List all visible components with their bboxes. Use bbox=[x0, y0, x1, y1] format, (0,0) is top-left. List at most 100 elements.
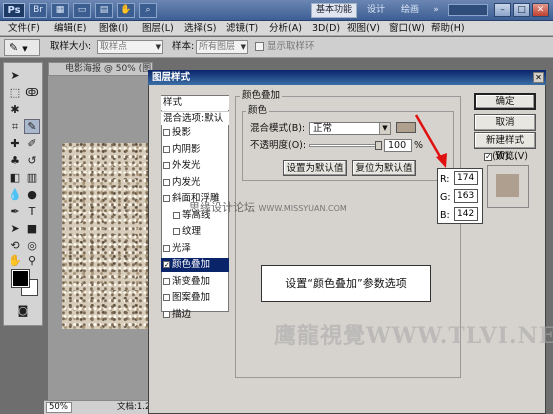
eyedropper-tool-icon[interactable]: ✎ bbox=[24, 119, 40, 134]
cancel-button[interactable]: 取消 bbox=[474, 114, 536, 131]
bridge-icon[interactable]: Br bbox=[29, 3, 47, 18]
show-sampling-ring-label: 显示取样环 bbox=[267, 41, 315, 52]
blur-tool-icon[interactable]: 💧 bbox=[7, 187, 23, 202]
effect-label: 内发光 bbox=[172, 176, 201, 188]
workspace-design-button[interactable]: 设计 bbox=[361, 3, 391, 18]
menu-layer[interactable]: 图层(L) bbox=[142, 22, 174, 35]
effect-item[interactable]: 光泽 bbox=[161, 242, 229, 256]
menu-edit[interactable]: 编辑(E) bbox=[54, 22, 86, 35]
3d-orbit-tool-icon[interactable]: ◎ bbox=[24, 238, 40, 253]
dodge-tool-icon[interactable]: ● bbox=[24, 187, 40, 202]
effect-item[interactable]: 内发光 bbox=[161, 176, 229, 190]
color-subgroup-title: 颜色 bbox=[246, 105, 270, 117]
shape-tool-icon[interactable]: ■ bbox=[24, 221, 40, 236]
marquee-tool-icon[interactable]: ⬚ bbox=[7, 85, 23, 100]
effect-checkbox[interactable] bbox=[163, 178, 170, 186]
effect-item[interactable]: 投影 bbox=[161, 126, 229, 140]
blending-options-item[interactable]: 混合选项:默认 bbox=[161, 111, 229, 125]
canvas-image[interactable] bbox=[62, 143, 148, 329]
effect-item[interactable]: ✓ 颜色叠加 bbox=[161, 258, 229, 272]
menu-3d[interactable]: 3D(D) bbox=[312, 22, 340, 35]
set-default-button[interactable]: 设置为默认值 bbox=[283, 160, 347, 176]
sample-size-select[interactable]: 取样点 ▼ bbox=[97, 40, 163, 54]
history-brush-tool-icon[interactable]: ↺ bbox=[24, 153, 40, 168]
path-select-tool-icon[interactable]: ➤ bbox=[7, 221, 23, 236]
reset-default-button[interactable]: 复位为默认值 bbox=[352, 160, 416, 176]
blend-mode-value: 正常 bbox=[313, 123, 333, 134]
quick-select-tool-icon[interactable]: ✱ bbox=[7, 102, 23, 117]
chevron-down-icon[interactable]: ▼ bbox=[379, 123, 390, 134]
healing-brush-tool-icon[interactable]: ✚ bbox=[7, 136, 23, 151]
zoom-tool-icon[interactable]: ⌕ bbox=[139, 3, 157, 18]
hand-tool-icon[interactable]: ✋ bbox=[117, 3, 135, 18]
minibridge-icon[interactable]: ▦ bbox=[51, 3, 69, 18]
menu-help[interactable]: 帮助(H) bbox=[431, 22, 465, 35]
effect-checkbox[interactable] bbox=[173, 211, 180, 219]
menu-image[interactable]: 图像(I) bbox=[99, 22, 128, 35]
close-window-button[interactable]: ✕ bbox=[532, 3, 549, 17]
effect-checkbox[interactable] bbox=[163, 310, 170, 318]
clone-stamp-tool-icon[interactable]: ♣ bbox=[7, 153, 23, 168]
document-tab[interactable]: 电影海报 @ 50% (图层 2, RGB/8) * bbox=[48, 62, 153, 76]
opacity-slider-thumb[interactable] bbox=[375, 141, 382, 150]
menu-analysis[interactable]: 分析(A) bbox=[269, 22, 302, 35]
workspace-painting-button[interactable]: 绘画 bbox=[395, 3, 425, 18]
effect-item[interactable]: 纹理 bbox=[161, 225, 229, 239]
quick-mask-icon[interactable]: ◙ bbox=[15, 303, 31, 318]
menu-select[interactable]: 选择(S) bbox=[184, 22, 216, 35]
pen-tool-icon[interactable]: ✒ bbox=[7, 204, 23, 219]
effect-label: 外发光 bbox=[172, 160, 201, 171]
dialog-close-icon[interactable]: ✕ bbox=[533, 72, 544, 83]
3d-rotate-tool-icon[interactable]: ⟲ bbox=[7, 238, 23, 253]
effect-item[interactable]: 渐变叠加 bbox=[161, 275, 229, 289]
effect-item[interactable]: 外发光 bbox=[161, 159, 229, 173]
arrange-documents-icon[interactable]: ▤ bbox=[95, 3, 113, 18]
ok-button[interactable]: 确定 bbox=[474, 93, 536, 110]
effect-checkbox[interactable] bbox=[163, 145, 170, 153]
opacity-label: 不透明度(O): bbox=[250, 140, 307, 151]
opacity-slider[interactable] bbox=[309, 144, 379, 147]
menu-view[interactable]: 视图(V) bbox=[347, 22, 380, 35]
preview-checkbox[interactable]: ✓ bbox=[484, 153, 492, 161]
effect-checkbox[interactable] bbox=[163, 195, 170, 202]
effect-checkbox[interactable] bbox=[163, 129, 170, 136]
workspace-more-button[interactable]: » bbox=[429, 3, 443, 18]
effect-checkbox[interactable] bbox=[163, 277, 170, 285]
type-tool-icon[interactable]: T bbox=[24, 204, 40, 219]
sample-label: 样本: bbox=[172, 41, 195, 52]
tool-preset-picker[interactable]: ✎ ▼ bbox=[4, 39, 40, 56]
menu-filter[interactable]: 滤镜(T) bbox=[226, 22, 258, 35]
opacity-input[interactable]: 100 bbox=[384, 139, 412, 152]
forum-watermark-text: 思缘设计论坛 bbox=[189, 201, 255, 214]
gradient-tool-icon[interactable]: ▥ bbox=[24, 170, 40, 185]
effect-item[interactable]: 描边 bbox=[161, 308, 229, 322]
effect-checkbox[interactable] bbox=[163, 244, 170, 252]
menu-file[interactable]: 文件(F) bbox=[8, 22, 40, 35]
zoom-input[interactable]: 50% bbox=[46, 402, 72, 413]
zoom-tool-icon[interactable]: ⚲ bbox=[24, 253, 40, 268]
new-style-button[interactable]: 新建样式(W)... bbox=[474, 132, 536, 162]
maximize-button[interactable]: □ bbox=[513, 3, 530, 17]
hand-tool-icon[interactable]: ✋ bbox=[7, 253, 23, 268]
show-sampling-ring-checkbox[interactable] bbox=[255, 42, 264, 51]
workspace-essentials-button[interactable]: 基本功能 bbox=[311, 3, 357, 18]
effect-checkbox[interactable] bbox=[163, 294, 170, 301]
zoom-level-icon[interactable]: ▭ bbox=[73, 3, 91, 18]
effect-checkbox[interactable]: ✓ bbox=[163, 261, 170, 269]
effect-item[interactable]: 内阴影 bbox=[161, 143, 229, 157]
effect-checkbox[interactable] bbox=[173, 228, 180, 235]
menu-window[interactable]: 窗口(W) bbox=[389, 22, 425, 35]
crop-tool-icon[interactable]: ⌗ bbox=[7, 119, 23, 134]
search-field[interactable] bbox=[448, 4, 488, 16]
styles-header[interactable]: 样式 bbox=[161, 96, 229, 110]
effect-item[interactable]: 图案叠加 bbox=[161, 291, 229, 305]
foreground-color-swatch[interactable] bbox=[11, 269, 30, 288]
brush-tool-icon[interactable]: ✐ bbox=[24, 136, 40, 151]
eraser-tool-icon[interactable]: ◧ bbox=[7, 170, 23, 185]
move-tool-icon[interactable]: ➤ bbox=[7, 68, 23, 83]
g-label: G: bbox=[440, 192, 451, 203]
lasso-tool-icon[interactable]: ↂ bbox=[24, 85, 40, 100]
minimize-button[interactable]: – bbox=[494, 3, 511, 17]
effect-checkbox[interactable] bbox=[163, 162, 170, 169]
sample-select[interactable]: 所有图层 ▼ bbox=[196, 40, 248, 54]
